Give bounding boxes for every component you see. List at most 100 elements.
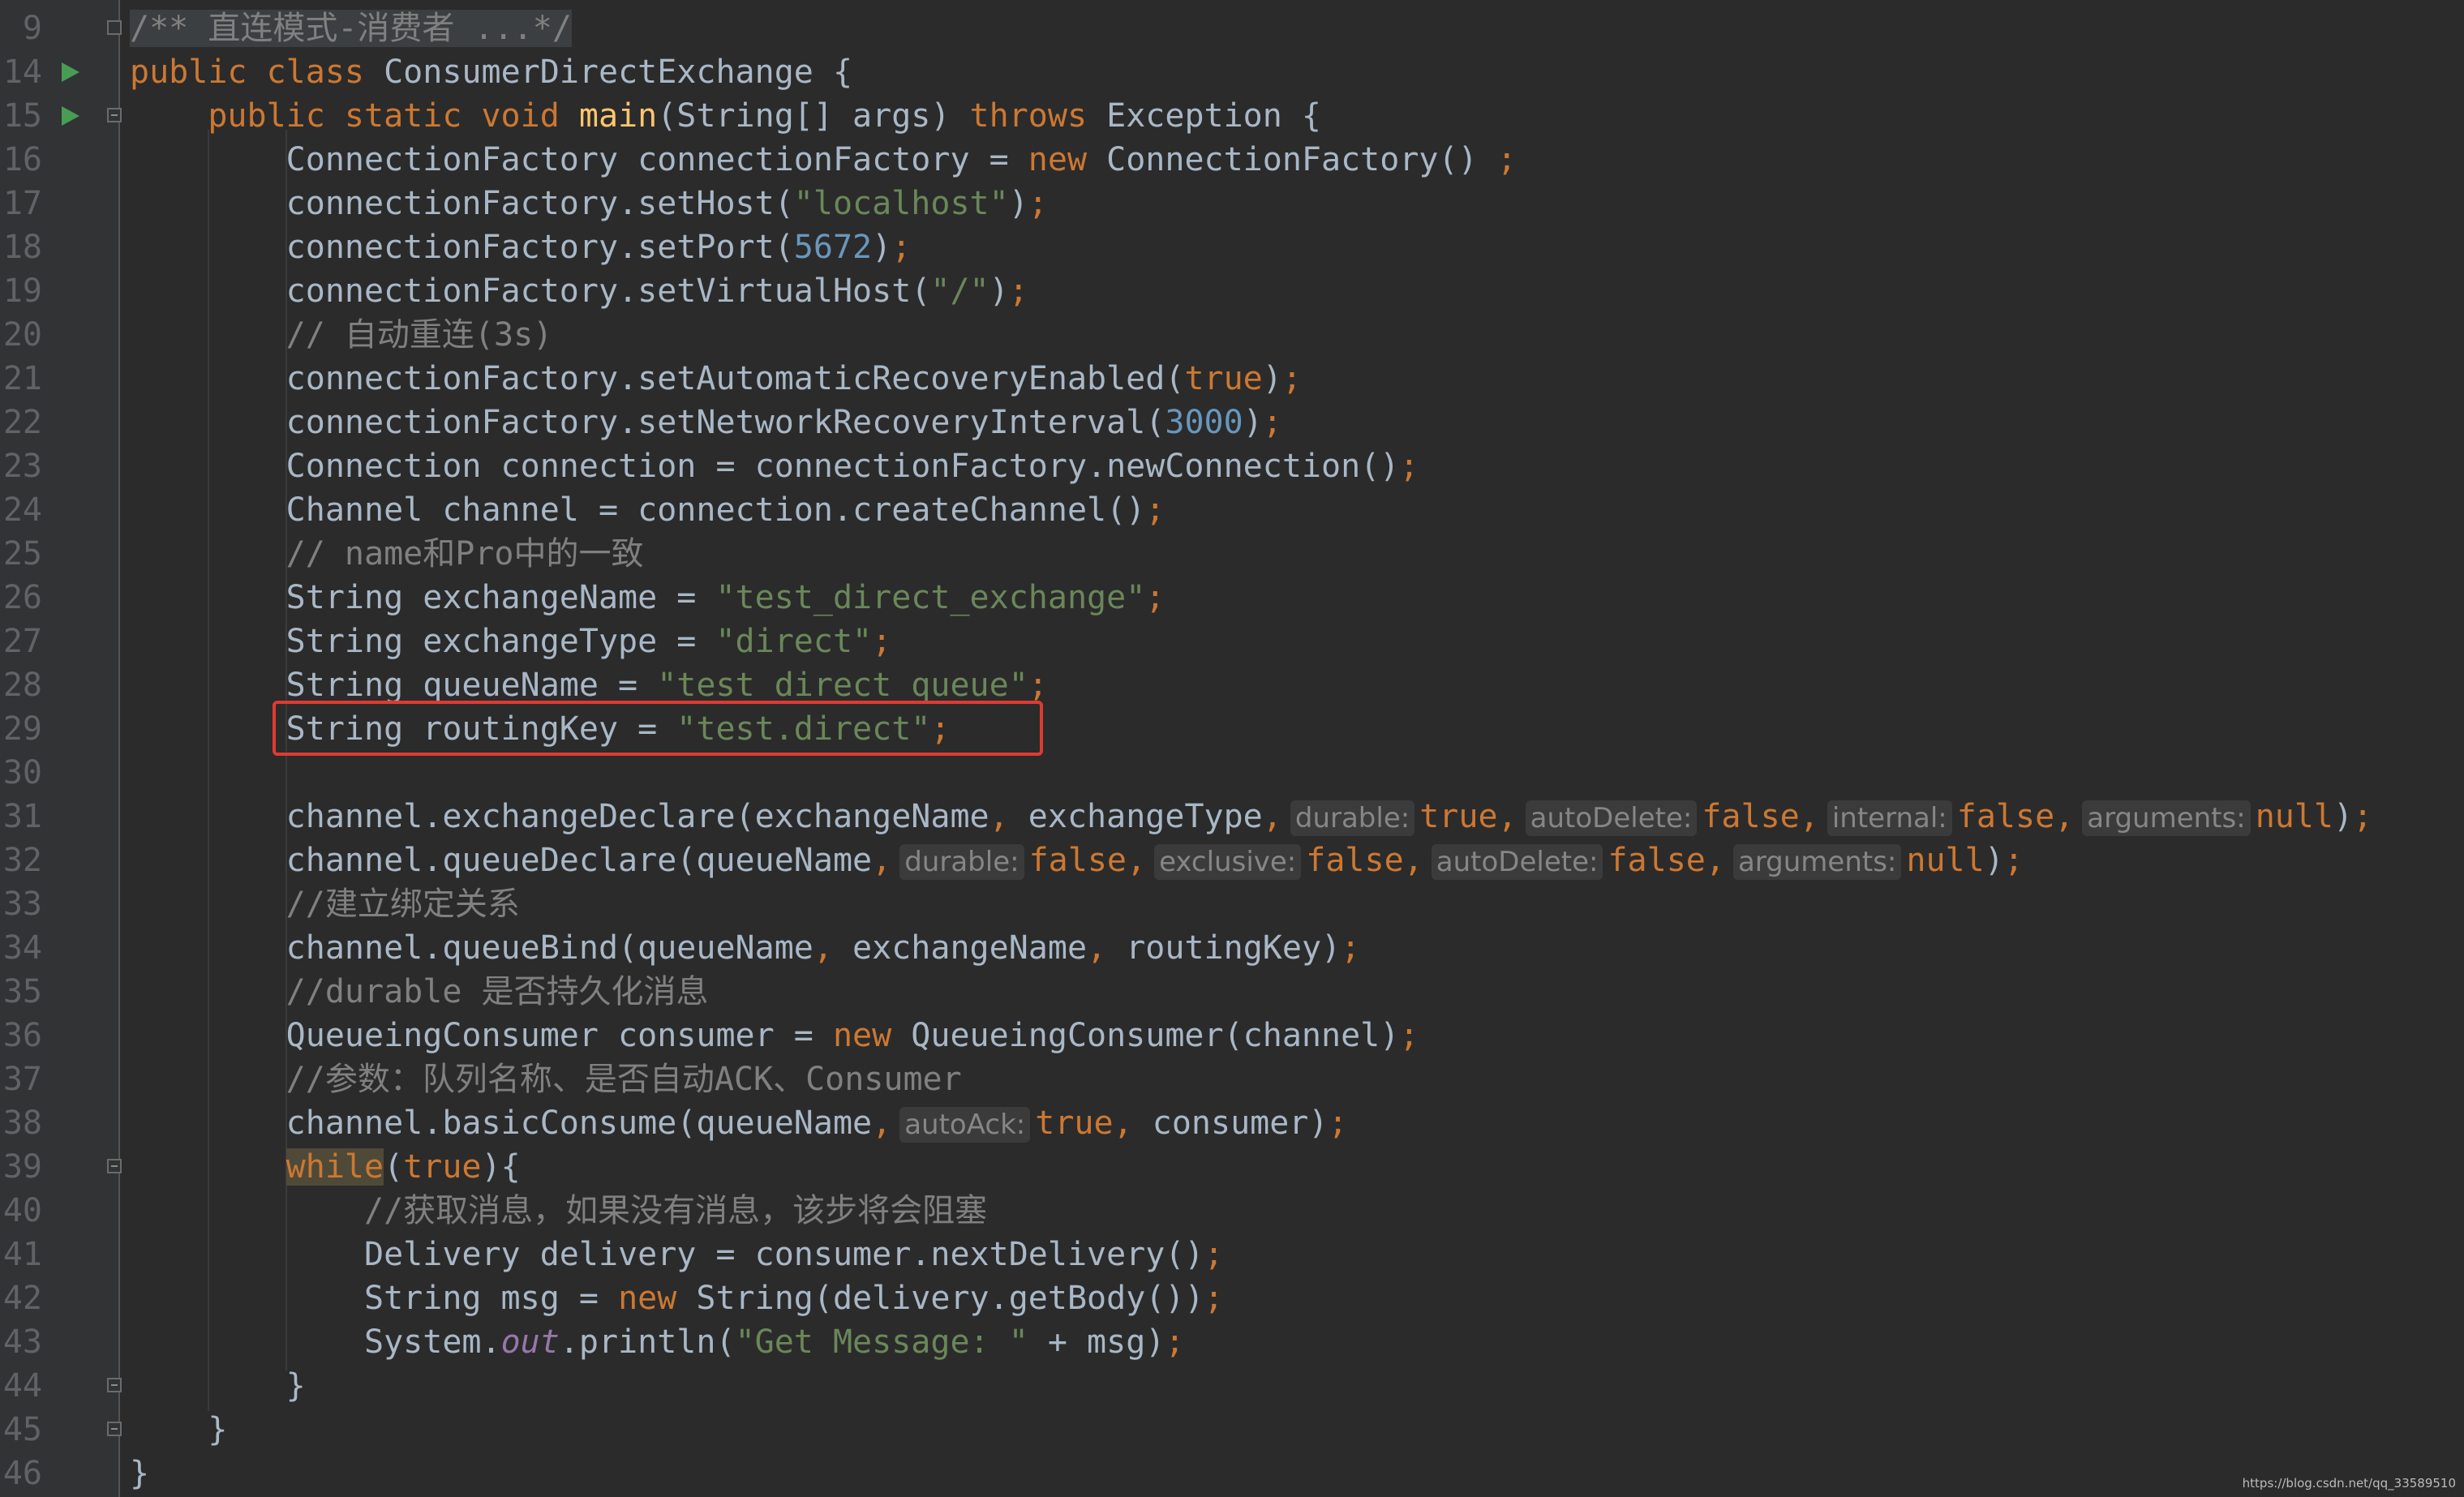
collapse-fold-icon[interactable] [107,1422,122,1436]
code-line[interactable]: 46} [0,1452,2464,1495]
run-icon[interactable] [62,62,79,82]
code-line[interactable]: 39 while(true){ [0,1145,2464,1189]
code-line[interactable]: 19 connectionFactory.setVirtualHost("/")… [0,269,2464,313]
code-line[interactable]: 9 /** 直连模式-消费者 ...*/ [0,6,2464,50]
code-token: String msg = [130,1280,619,1317]
code-text[interactable]: connectionFactory.setNetworkRecoveryInte… [130,401,1282,444]
code-text[interactable]: //参数：队列名称、是否自动ACK、Consumer [130,1057,962,1101]
code-line[interactable]: 35 //durable 是否持久化消息 [0,970,2464,1014]
line-number: 15 [2,97,42,135]
code-line[interactable]: 38 channel.basicConsume(queueName, autoAc… [0,1101,2464,1145]
code-token: } [130,1455,150,1492]
code-text[interactable]: /** 直连模式-消费者 ...*/ [130,6,572,50]
code-text[interactable]: //durable 是否持久化消息 [130,970,709,1014]
code-text[interactable]: channel.queueBind(queueName, exchangeNam… [130,926,1361,970]
line-number: 30 [2,754,42,791]
code-line[interactable]: 33 //建立绑定关系 [0,882,2464,926]
code-text[interactable]: } [130,1364,306,1408]
code-token: channel.queueBind(queueName [130,929,813,967]
parameter-hint: durable: [1290,800,1415,836]
code-text[interactable]: channel.basicConsume(queueName, autoAck: t… [130,1101,1348,1145]
code-text[interactable]: while(true){ [130,1145,521,1189]
code-line[interactable]: 14 public class ConsumerDirectExchange { [0,50,2464,94]
code-token: connectionFactory.setNetworkRecoveryInte… [130,404,1165,441]
code-token: String exchangeName = [130,579,716,616]
code-line[interactable]: 17 connectionFactory.setHost("localhost"… [0,182,2464,225]
collapse-fold-icon[interactable] [107,1378,122,1392]
code-line[interactable]: 45 } [0,1408,2464,1452]
code-token: null [2255,798,2334,835]
code-token: ; [1399,1017,1419,1054]
code-line[interactable]: 34 channel.queueBind(queueName, exchange… [0,926,2464,970]
code-token: ; [1281,360,1302,397]
code-text[interactable]: Channel channel = connection.createChann… [130,488,1165,532]
code-text[interactable]: System.out.println("Get Message: " + msg… [130,1320,1184,1364]
code-line[interactable]: 43 System.out.println("Get Message: " + … [0,1320,2464,1364]
code-text[interactable]: connectionFactory.setVirtualHost("/"); [130,269,1028,313]
code-text[interactable]: QueueingConsumer consumer = new Queueing… [130,1014,1419,1057]
code-line[interactable]: 21 connectionFactory.setAutomaticRecover… [0,357,2464,401]
code-line[interactable]: 23 Connection connection = connectionFac… [0,444,2464,488]
code-line[interactable]: 31 channel.exchangeDeclare(exchangeName,… [0,795,2464,839]
code-text[interactable]: } [130,1408,227,1452]
code-line[interactable]: 22 connectionFactory.setNetworkRecoveryI… [0,401,2464,444]
code-line[interactable]: 32 channel.queueDeclare(queueName, durabl… [0,839,2464,882]
code-line[interactable]: 18 connectionFactory.setPort(5672); [0,225,2464,269]
code-text[interactable]: ConnectionFactory connectionFactory = ne… [130,138,1517,182]
code-text[interactable]: connectionFactory.setPort(5672); [130,225,912,269]
highlight-box [273,701,1043,756]
code-text[interactable]: // name和Pro中的一致 [130,532,644,576]
code-line[interactable]: 36 QueueingConsumer consumer = new Queue… [0,1014,2464,1057]
code-text[interactable]: String exchangeName = "test_direct_excha… [130,576,1165,620]
code-token: ; [1028,185,1048,222]
code-token: false, [1702,798,1819,835]
line-number: 41 [2,1236,42,1273]
code-line[interactable]: 25 // name和Pro中的一致 [0,532,2464,576]
code-line[interactable]: 30 [0,751,2464,795]
code-token: main [578,97,658,135]
line-number: 14 [2,54,42,91]
code-text[interactable]: Delivery delivery = consumer.nextDeliver… [130,1233,1224,1276]
expand-fold-icon[interactable] [107,20,122,35]
code-text[interactable]: } [130,1452,149,1495]
run-icon[interactable] [62,106,79,126]
code-token: } [130,1367,306,1405]
code-token: , [872,1105,892,1142]
code-token: , [813,929,853,967]
code-line[interactable]: 40 //获取消息，如果没有消息，该步将会阻塞 [0,1189,2464,1233]
code-line[interactable]: 42 String msg = new String(delivery.getB… [0,1276,2464,1320]
code-token: String exchangeType = [130,623,716,660]
code-text[interactable]: //获取消息，如果没有消息，该步将会阻塞 [130,1189,987,1233]
code-line[interactable]: 26 String exchangeName = "test_direct_ex… [0,576,2464,620]
code-line[interactable]: 44 } [0,1364,2464,1408]
line-number: 22 [2,404,42,441]
collapse-fold-icon[interactable] [107,108,122,122]
code-text[interactable]: public static void main(String[] args) t… [130,94,1321,138]
line-number: 21 [2,360,42,397]
collapse-fold-icon[interactable] [107,1159,122,1173]
code-text[interactable]: String exchangeType = "direct"; [130,620,892,663]
code-line[interactable]: 41 Delivery delivery = consumer.nextDeli… [0,1233,2464,1276]
code-line[interactable]: 24 Channel channel = connection.createCh… [0,488,2464,532]
code-token: "localhost" [793,185,1009,222]
code-line[interactable]: 27 String exchangeType = "direct"; [0,620,2464,663]
code-token: throws [969,97,1107,135]
code-line[interactable]: 20 // 自动重连(3s) [0,313,2464,357]
code-line[interactable]: 37 //参数：队列名称、是否自动ACK、Consumer [0,1057,2464,1101]
code-text[interactable]: // 自动重连(3s) [130,313,553,357]
code-text[interactable]: channel.queueDeclare(queueName, durable: f… [130,839,2024,882]
code-text[interactable]: channel.exchangeDeclare(exchangeName, ex… [130,795,2372,839]
code-text[interactable]: public class ConsumerDirectExchange { [130,50,852,94]
code-text[interactable]: Connection connection = connectionFactor… [130,444,1419,488]
code-token: ; [1399,448,1419,485]
code-token: public static void [208,97,579,135]
code-text[interactable]: //建立绑定关系 [130,882,520,926]
code-text[interactable]: String msg = new String(delivery.getBody… [130,1276,1224,1320]
code-text[interactable]: connectionFactory.setHost("localhost"); [130,182,1048,225]
code-line[interactable]: 16 ConnectionFactory connectionFactory =… [0,138,2464,182]
parameter-hint: internal: [1827,800,1952,836]
code-text[interactable]: connectionFactory.setAutomaticRecoveryEn… [130,357,1302,401]
code-token: Delivery delivery = consumer.nextDeliver… [130,1236,1204,1273]
code-line[interactable]: 15 public static void main(String[] args… [0,94,2464,138]
line-number: 16 [2,141,42,178]
